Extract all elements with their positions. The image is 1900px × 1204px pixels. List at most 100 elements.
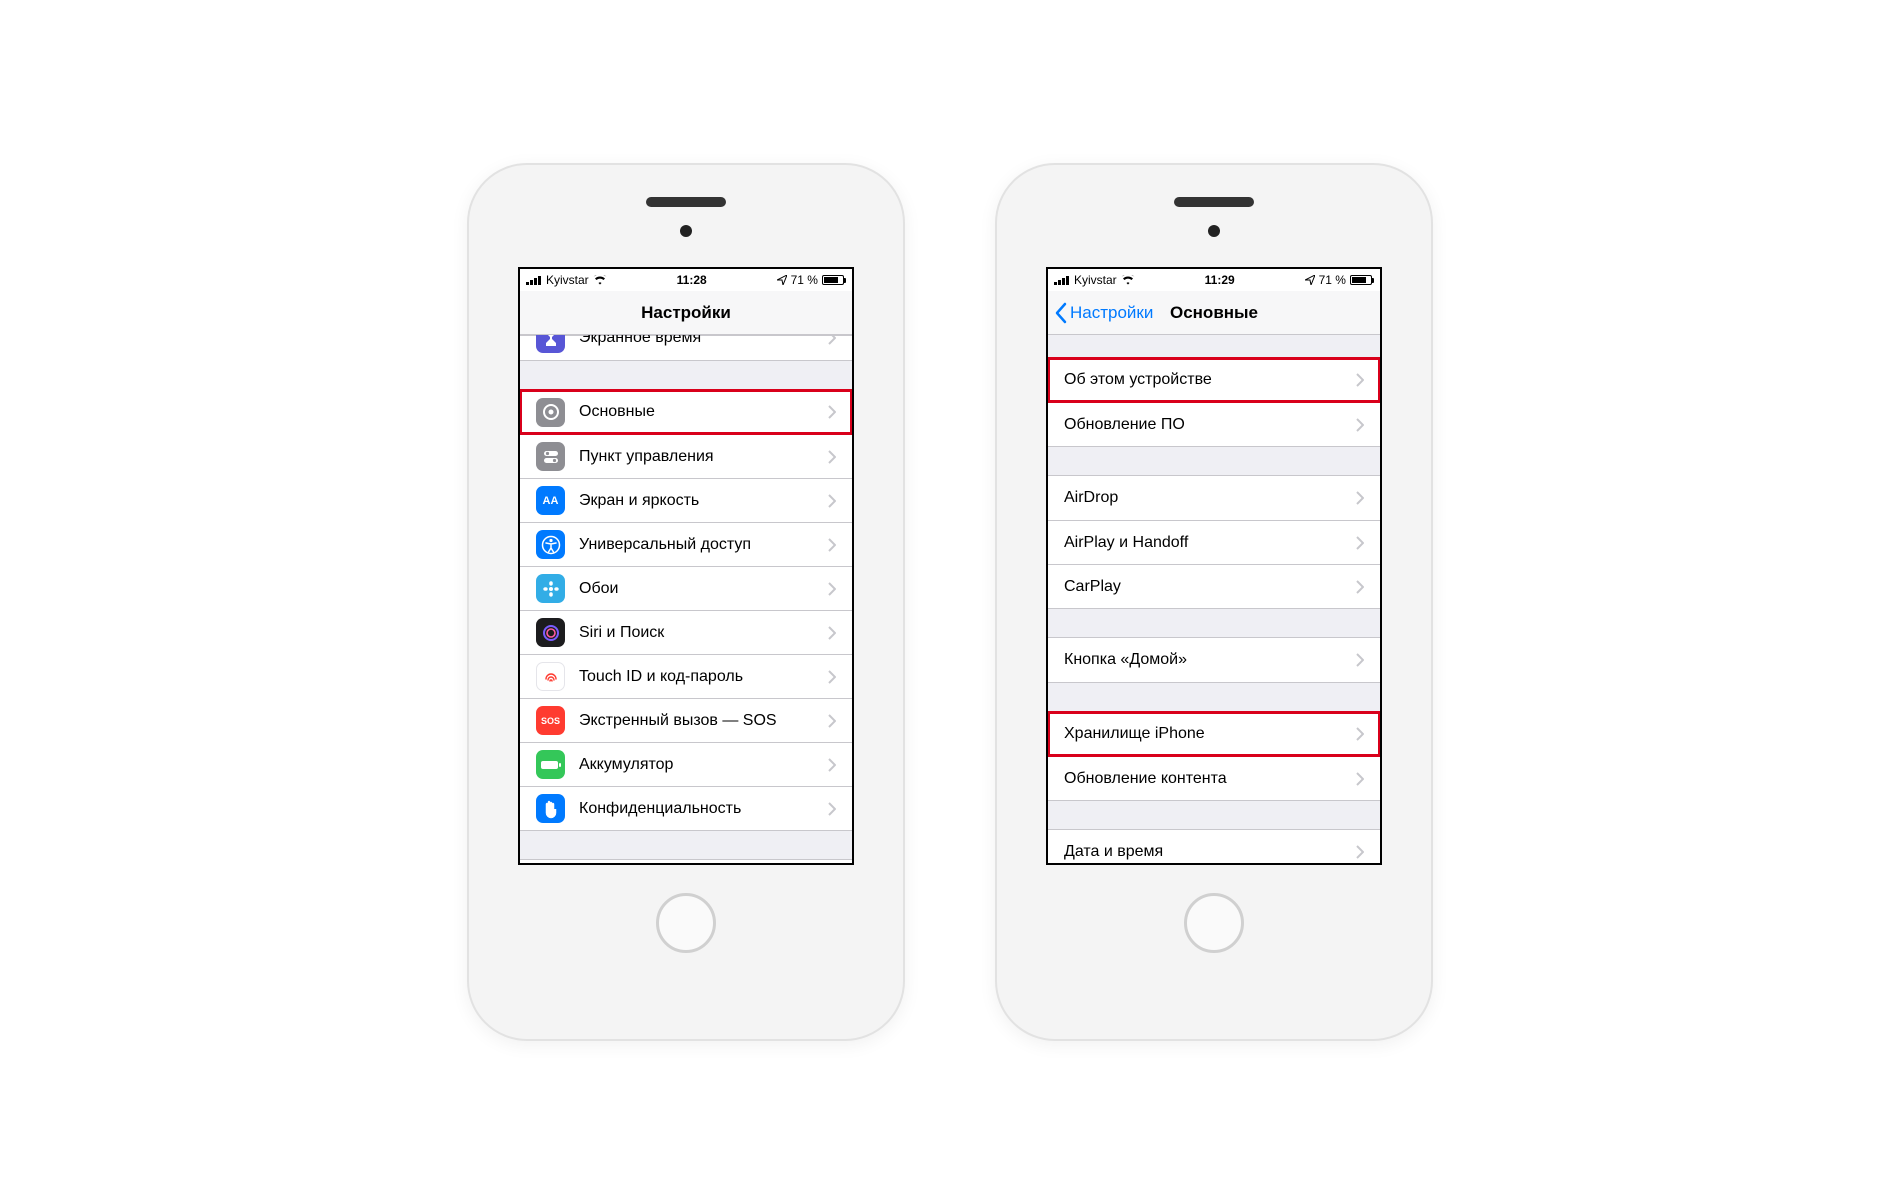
row-label: Кнопка «Домой» [1064,651,1356,669]
chevron-right-icon [828,757,838,773]
wifi-icon [593,275,607,285]
wifi-icon [1121,275,1135,285]
phone-right: Kyivstar 11:29 71 % Настройки О [995,163,1433,1041]
chevron-left-icon [1054,302,1068,324]
row-label: AirPlay и Handoff [1064,534,1356,552]
chevron-right-icon [828,801,838,817]
screen-left: Kyivstar 11:28 71 % Настройки [518,267,854,865]
hourglass-icon [536,335,565,353]
nav-title: Основные [1170,303,1258,323]
status-bar: Kyivstar 11:28 71 % [520,269,852,291]
switches-icon [536,442,565,471]
row-label: Обои [579,580,828,598]
row-date-time[interactable]: Дата и время [1048,830,1380,863]
row-label: Экран и яркость [579,492,828,510]
siri-icon [536,618,565,647]
location-icon [777,275,787,285]
row-label: Обновление ПО [1064,416,1356,434]
row-label: Конфиденциальность [579,800,828,818]
battery-icon [1350,275,1374,285]
row-label: Об этом устройстве [1064,371,1356,389]
chevron-right-icon [1356,579,1366,595]
row-label: Экранное время [579,335,828,347]
row-label: Пункт управления [579,448,828,466]
chevron-right-icon [828,537,838,553]
row-screen-time[interactable]: Экранное время [520,335,852,360]
home-button[interactable] [656,893,716,953]
row-display[interactable]: AA Экран и яркость [520,478,852,522]
carrier-label: Kyivstar [1074,273,1117,287]
aa-label: AA [543,495,559,507]
chevron-right-icon [828,404,838,420]
row-siri[interactable]: Siri и Поиск [520,610,852,654]
row-storage[interactable]: Хранилище iPhone [1048,712,1380,756]
phone-camera [680,225,692,237]
row-carplay[interactable]: CarPlay [1048,564,1380,608]
chevron-right-icon [828,335,838,346]
battery-icon [822,275,846,285]
row-sos[interactable]: SOS Экстренный вызов — SOS [520,698,852,742]
hand-icon [536,794,565,823]
nav-title: Настройки [641,303,731,323]
accessibility-icon [536,530,565,559]
row-label: Хранилище iPhone [1064,725,1356,743]
clock-label: 11:29 [1205,273,1235,287]
phone-left: Kyivstar 11:28 71 % Настройки [467,163,905,1041]
chevron-right-icon [1356,417,1366,433]
chevron-right-icon [1356,372,1366,388]
chevron-right-icon [1356,844,1366,860]
row-battery[interactable]: Аккумулятор [520,742,852,786]
phone-camera [1208,225,1220,237]
row-control-center[interactable]: Пункт управления [520,434,852,478]
sos-text: SOS [541,716,560,726]
row-accessibility[interactable]: Универсальный доступ [520,522,852,566]
row-label: Аккумулятор [579,756,828,774]
status-bar: Kyivstar 11:29 71 % [1048,269,1380,291]
row-label: Touch ID и код-пароль [579,668,828,686]
row-airplay[interactable]: AirPlay и Handoff [1048,520,1380,564]
row-about[interactable]: Об этом устройстве [1048,358,1380,402]
signal-icon [526,275,542,285]
home-button[interactable] [1184,893,1244,953]
signal-icon [1054,275,1070,285]
row-touchid[interactable]: Touch ID и код-пароль [520,654,852,698]
nav-bar: Настройки [520,291,852,335]
row-background-refresh[interactable]: Обновление контента [1048,756,1380,800]
chevron-right-icon [1356,490,1366,506]
row-label: Обновление контента [1064,770,1356,788]
row-wallpaper[interactable]: Обои [520,566,852,610]
row-home-button[interactable]: Кнопка «Домой» [1048,638,1380,682]
back-button[interactable]: Настройки [1054,291,1153,334]
row-label: Дата и время [1064,843,1356,861]
row-label: CarPlay [1064,578,1356,596]
back-label: Настройки [1070,303,1153,323]
row-label: Siri и Поиск [579,624,828,642]
phone-speaker [646,197,726,207]
battery-percent-label: 71 % [791,273,818,287]
carrier-label: Kyivstar [546,273,589,287]
chevron-right-icon [1356,771,1366,787]
row-software-update[interactable]: Обновление ПО [1048,402,1380,446]
chevron-right-icon [828,493,838,509]
general-list[interactable]: Об этом устройстве Обновление ПО AirDrop… [1048,335,1380,863]
gear-icon [536,398,565,427]
chevron-right-icon [828,449,838,465]
row-privacy[interactable]: Конфиденциальность [520,786,852,830]
sos-icon: SOS [536,706,565,735]
clock-label: 11:28 [677,273,707,287]
row-label: AirDrop [1064,489,1356,507]
chevron-right-icon [828,625,838,641]
settings-list[interactable]: Экранное время Основные Пункт у [520,335,852,863]
row-itunes[interactable]: iTunes Store и App Store [520,860,852,863]
phone-speaker [1174,197,1254,207]
chevron-right-icon [828,581,838,597]
chevron-right-icon [1356,652,1366,668]
row-airdrop[interactable]: AirDrop [1048,476,1380,520]
row-general[interactable]: Основные [520,390,852,434]
battery-percent-label: 71 % [1319,273,1346,287]
chevron-right-icon [828,713,838,729]
flower-icon [536,574,565,603]
chevron-right-icon [828,669,838,685]
chevron-right-icon [1356,535,1366,551]
row-label: Основные [579,403,828,421]
